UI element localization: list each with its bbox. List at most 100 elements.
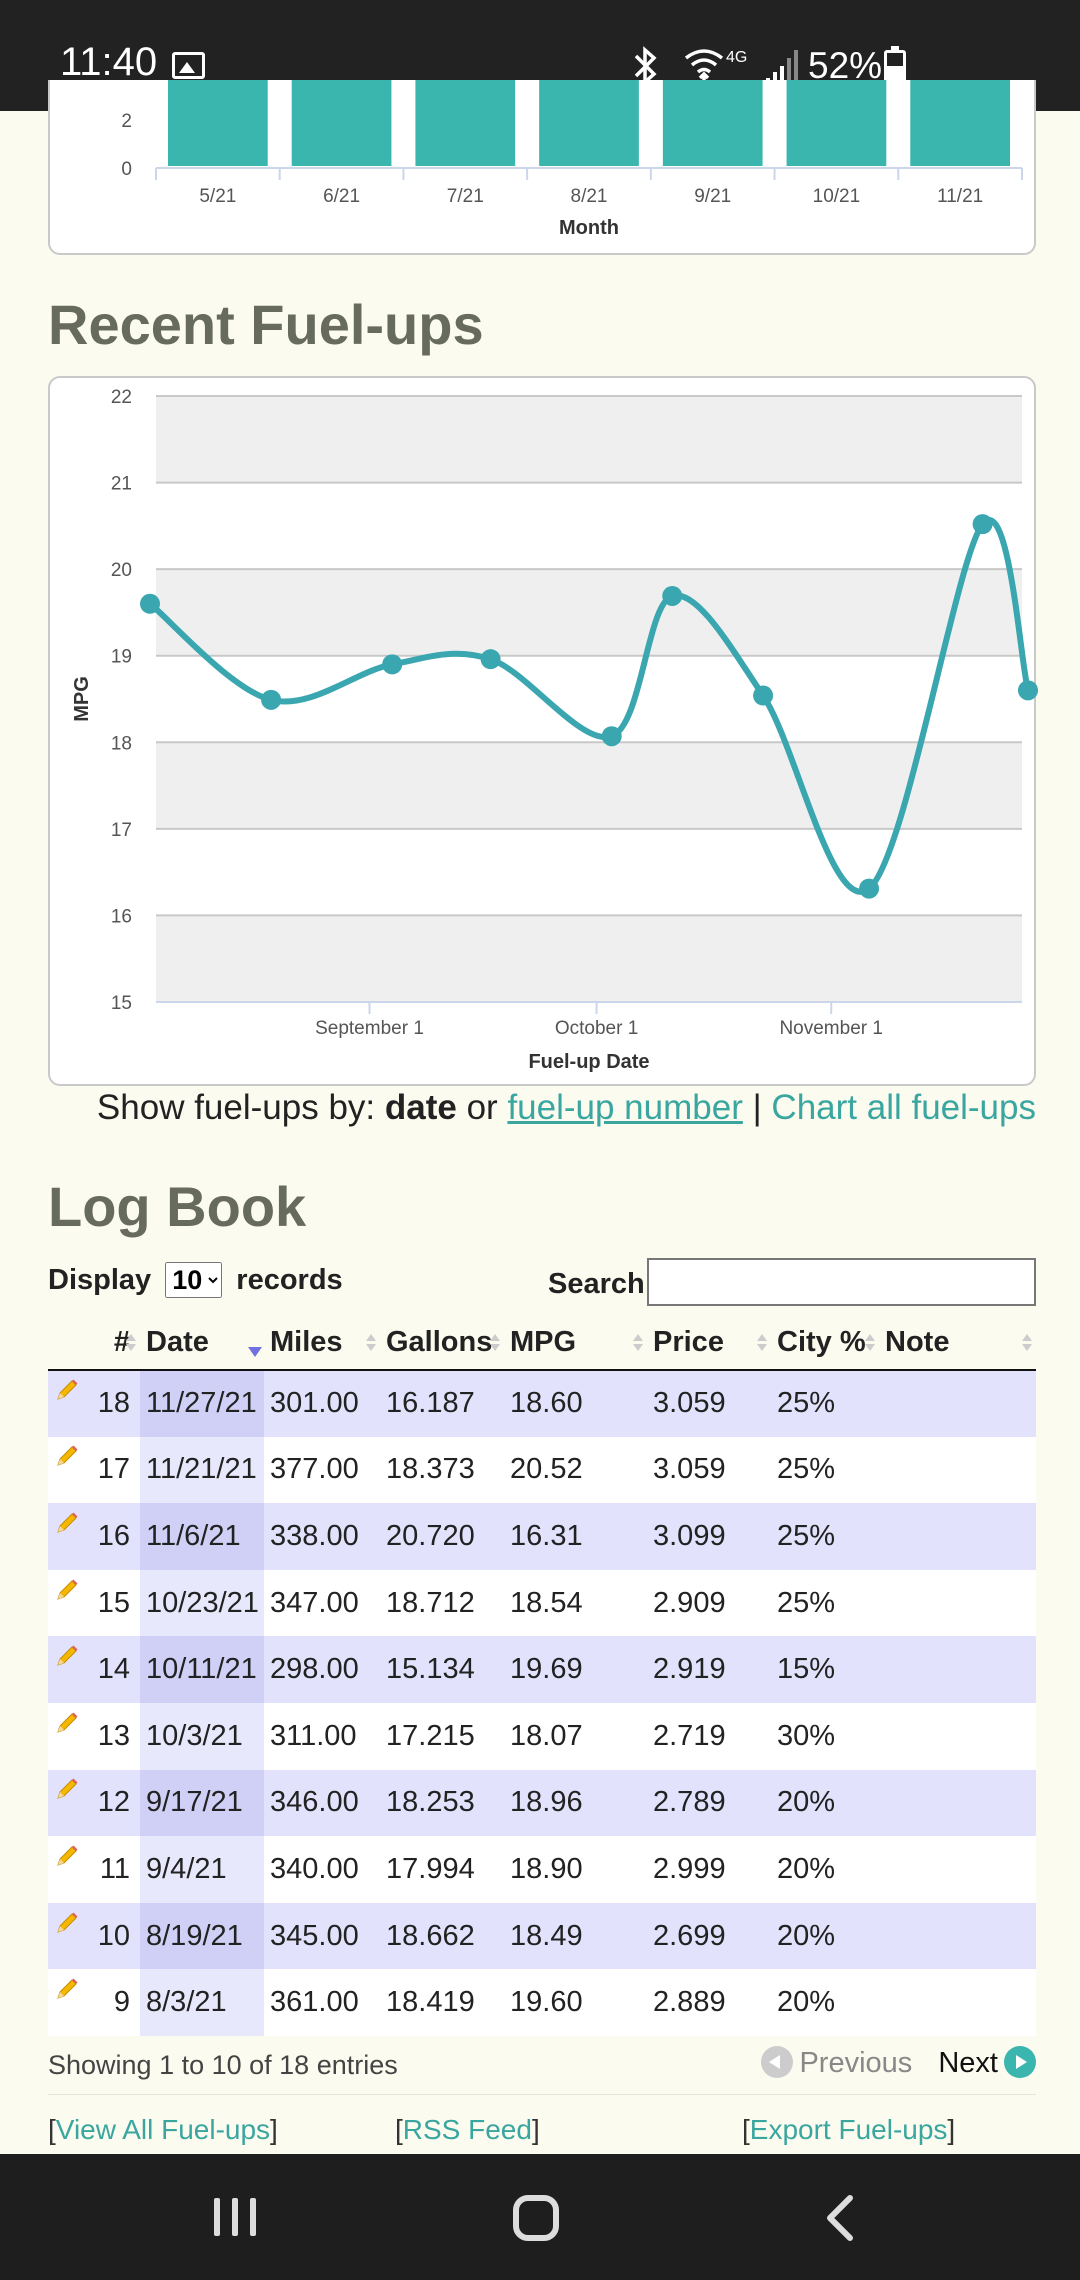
cell-value: 18.712 (386, 1586, 475, 1619)
y-axis-title: MPG (71, 676, 93, 722)
cell-value: 17 (97, 1453, 130, 1486)
fuelup-number-link[interactable]: fuel-up number (507, 1088, 742, 1127)
column-header-3[interactable]: Gallons (380, 1316, 504, 1371)
edit-pencil-icon[interactable] (52, 1377, 80, 1405)
column-header-1[interactable]: Date (140, 1316, 264, 1371)
cell-value: 340.00 (270, 1852, 359, 1885)
back-icon[interactable] (827, 2195, 853, 2241)
edit-pencil-icon[interactable] (52, 1776, 80, 1804)
column-header-5[interactable]: Price (647, 1316, 771, 1371)
cell-value: 11/21/21 (146, 1453, 257, 1486)
column-header-6[interactable]: City % (771, 1316, 879, 1371)
table-cell: 16.31 (504, 1503, 647, 1570)
bar (291, 80, 392, 166)
cell-value: 15.134 (386, 1653, 475, 1686)
monthly-chart-card: 0 2 5/21 6/21 7/21 8/21 9/21 10/21 11/21 Month (48, 80, 1036, 255)
cell-value: 338.00 (270, 1519, 359, 1552)
footer-divider (48, 2094, 1036, 2095)
table-cell: 18.662 (380, 1902, 504, 1970)
cell-value: 11 (99, 1852, 130, 1885)
edit-pencil-icon[interactable] (52, 1577, 80, 1605)
cell-value: 20.720 (386, 1519, 475, 1552)
x-tick-label: 9/21 (694, 186, 731, 207)
home-icon[interactable] (513, 2195, 559, 2241)
previous-button[interactable]: Previous (761, 2046, 912, 2079)
data-point (972, 514, 993, 535)
cell-value: 345.00 (270, 1919, 359, 1952)
table-cell: 2.699 (647, 1902, 771, 1970)
table-cell: 347.00 (264, 1569, 380, 1637)
previous-arrow-icon (761, 2046, 794, 2078)
search-input[interactable] (647, 1258, 1036, 1306)
sort-desc-icon (248, 1334, 262, 1357)
cell-value: 17.994 (386, 1852, 475, 1885)
monthly-bar-chart: 0 2 5/21 6/21 7/21 8/21 9/21 10/21 11/21 Month (121, 80, 1023, 239)
edit-pencil-icon[interactable] (52, 1443, 80, 1471)
x-tick-label: November 1 (779, 1018, 883, 1039)
table-cell: 18.07 (504, 1702, 647, 1770)
cell-value: 361.00 (270, 1986, 359, 2019)
y-tick-label: 19 (111, 647, 132, 668)
view-all-fuelups: [View All Fuel-ups] (48, 2114, 278, 2145)
cell-value: 2.719 (653, 1719, 726, 1752)
sort-icon (633, 1334, 643, 1352)
entries-info: Showing 1 to 10 of 18 entries (48, 2050, 398, 2080)
table-cell: 18.54 (504, 1569, 647, 1637)
table-cell: 361.00 (264, 1969, 380, 2036)
x-axis-title: Fuel-up Date (528, 1051, 649, 1073)
column-header-0[interactable]: # (48, 1316, 140, 1371)
data-point (662, 585, 683, 606)
page-size-select[interactable]: 10 (165, 1262, 223, 1298)
cell-value: 9/17/21 (146, 1786, 243, 1819)
table-cell: 311.00 (264, 1702, 380, 1770)
data-point (382, 654, 403, 675)
cell-value: 2.699 (653, 1919, 726, 1952)
cell-value: 3.099 (653, 1519, 726, 1552)
column-header-label: Date (146, 1326, 209, 1358)
bar (415, 80, 516, 166)
cell-value: 18.96 (510, 1786, 583, 1819)
table-cell (879, 1503, 1036, 1570)
column-header-4[interactable]: MPG (504, 1316, 647, 1371)
recent-apps-icon[interactable] (214, 2198, 256, 2236)
column-header-2[interactable]: Miles (264, 1316, 380, 1371)
x-tick-label: 11/21 (937, 186, 983, 207)
edit-pencil-icon[interactable] (52, 1910, 80, 1938)
table-cell: 20% (771, 1902, 879, 1970)
cell-value: 8/3/21 (146, 1986, 227, 2019)
table-cell: 14 (48, 1636, 140, 1703)
export-fuelups-link[interactable]: Export Fuel-ups (750, 2114, 948, 2145)
x-tick-label: 8/21 (571, 186, 608, 207)
table-cell: 12 (48, 1769, 140, 1837)
edit-pencil-icon[interactable] (52, 1843, 80, 1871)
mpg-line-chart: 15 16 17 18 19 20 21 22 September 1 October 1 Nove… (71, 387, 1038, 1073)
cell-value: 9/4/21 (146, 1852, 227, 1885)
table-cell: 25% (771, 1569, 879, 1637)
cell-value: 20.52 (510, 1453, 583, 1486)
table-cell: 3.099 (647, 1503, 771, 1570)
nav-buttons (214, 2195, 853, 2241)
column-header-7[interactable]: Note (879, 1316, 1036, 1371)
view-all-fuelups-link[interactable]: View All Fuel-ups (56, 2114, 270, 2145)
table-cell: 18.60 (504, 1370, 647, 1437)
table-cell: 13 (48, 1702, 140, 1770)
table-row: 9 8/3/21 361.00 18.419 19.60 2.889 20% (48, 1969, 1036, 2036)
cell-value: 16.187 (386, 1387, 475, 1420)
table-cell: 18.90 (504, 1836, 647, 1903)
rss-feed-link[interactable]: RSS Feed (403, 2114, 532, 2145)
cell-value: 311.00 (270, 1719, 357, 1752)
table-cell: 20% (771, 1769, 879, 1837)
cell-value: 19.69 (510, 1653, 583, 1686)
data-point (480, 649, 501, 670)
chart-all-fuelups-link[interactable]: Chart all fuel-ups (771, 1088, 1036, 1127)
edit-pencil-icon[interactable] (52, 1510, 80, 1538)
table-cell: 18.419 (380, 1969, 504, 2036)
next-button[interactable]: Next (938, 2046, 1036, 2079)
column-header-label: Miles (270, 1326, 343, 1358)
edit-pencil-icon[interactable] (52, 1976, 80, 2004)
edit-pencil-icon[interactable] (52, 1710, 80, 1738)
table-cell: 17.994 (380, 1836, 504, 1903)
table-cell: 18.253 (380, 1769, 504, 1837)
edit-pencil-icon[interactable] (52, 1643, 80, 1671)
column-header-label: Gallons (386, 1326, 493, 1358)
